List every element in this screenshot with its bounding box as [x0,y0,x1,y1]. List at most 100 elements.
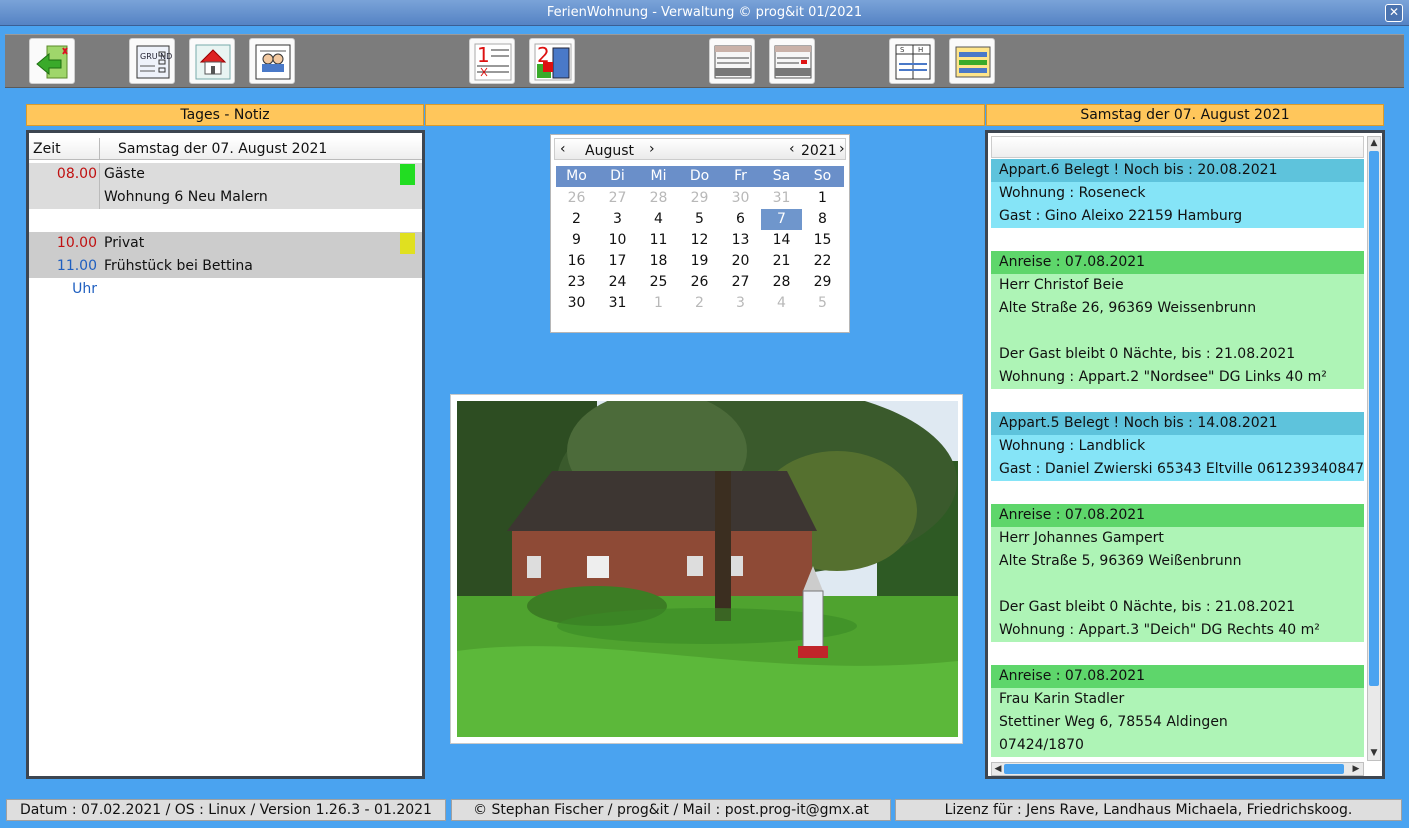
guests-button[interactable] [249,38,295,84]
booking-row[interactable]: Herr Christof Beie [991,274,1364,297]
exit-button[interactable] [29,38,75,84]
calendar-day[interactable]: 14 [761,230,802,251]
calendar-day[interactable]: 6 [720,209,761,230]
booking-row[interactable]: Der Gast bleibt 0 Nächte, bis : 21.08.20… [991,343,1364,366]
booking-row[interactable] [991,228,1364,251]
calendar-day[interactable]: 4 [761,293,802,314]
calendar-day[interactable]: 11 [638,230,679,251]
booking-row[interactable]: Gast : Gino Aleixo 22159 Hamburg [991,205,1364,228]
booking-header-row[interactable]: Anreise : 07.08.2021 [991,504,1364,527]
calendar-day[interactable]: 26 [679,272,720,293]
house-button[interactable] [189,38,235,84]
calendar-day[interactable]: 2 [679,293,720,314]
grund-data-button[interactable]: GRU ND [129,38,175,84]
booking-row[interactable]: Alte Straße 26, 96369 Weissenbrunn [991,297,1364,320]
table-button[interactable] [949,38,995,84]
booking-row[interactable] [991,320,1364,343]
column-time[interactable]: Zeit [33,138,61,160]
calendar-day[interactable]: 3 [720,293,761,314]
calendar-day[interactable]: 26 [556,188,597,209]
note-row[interactable]: 08.00 UhrGäste [29,163,422,205]
calendar-day[interactable]: 7 [761,209,802,230]
booking-row[interactable] [991,642,1364,665]
calendar-day[interactable]: 13 [720,230,761,251]
calendar-day[interactable]: 23 [556,272,597,293]
booking-row[interactable] [991,481,1364,504]
calendar-day[interactable]: 29 [679,188,720,209]
scroll-down-icon[interactable]: ▼ [1368,747,1380,759]
table-icon [955,46,991,78]
calendar-day[interactable]: 24 [597,272,638,293]
calendar-day[interactable]: 22 [802,251,843,272]
note-row[interactable]: Wohnung 6 Neu Malern [29,186,422,209]
note-row[interactable]: 10.00 UhrPrivat [29,232,422,274]
booking-row[interactable]: Wohnung : Roseneck [991,182,1364,205]
calendar-day[interactable]: 28 [761,272,802,293]
calendar-day[interactable]: 5 [679,209,720,230]
booking-row[interactable]: Der Gast bleibt 0 Nächte, bis : 21.08.20… [991,596,1364,619]
note-row[interactable]: 11.00 Uhr Frühstück bei Bettina [29,255,422,297]
next-year-button[interactable]: › [839,139,845,159]
calendar-day[interactable]: 1 [638,293,679,314]
horizontal-scroll-thumb[interactable] [1004,764,1344,774]
calendar-day[interactable]: 2 [556,209,597,230]
calendar-day[interactable]: 16 [556,251,597,272]
calendar-day[interactable]: 9 [556,230,597,251]
booking-row[interactable]: Frau Karin Stadler [991,688,1364,711]
plan-1-button[interactable]: 1 [469,38,515,84]
scroll-right-icon[interactable]: ▶ [1350,763,1362,775]
horizontal-scrollbar[interactable]: ◀ ▶ [991,762,1364,776]
calendar-day[interactable]: 19 [679,251,720,272]
list-a-button[interactable] [709,38,755,84]
booking-header-row[interactable]: Anreise : 07.08.2021 [991,251,1364,274]
calendar-day[interactable]: 29 [802,272,843,293]
calendar-day[interactable]: 4 [638,209,679,230]
calendar-day[interactable]: 5 [802,293,843,314]
prev-year-button[interactable]: ‹ [789,139,795,159]
booking-header-row[interactable]: Appart.5 Belegt ! Noch bis : 14.08.2021 [991,412,1364,435]
calendar-day[interactable]: 1 [802,188,843,209]
calendar-day[interactable]: 20 [720,251,761,272]
calendar-day[interactable]: 15 [802,230,843,251]
calendar-day[interactable]: 8 [802,209,843,230]
booking-row[interactable] [991,573,1364,596]
calendar-day[interactable]: 31 [597,293,638,314]
list-b-button[interactable] [769,38,815,84]
scroll-left-icon[interactable]: ◀ [992,763,1004,775]
calendar-day[interactable]: 10 [597,230,638,251]
calendar-day[interactable]: 12 [679,230,720,251]
scroll-up-icon[interactable]: ▲ [1368,137,1380,149]
calendar-day[interactable]: 21 [761,251,802,272]
schedule-button[interactable]: S H [889,38,935,84]
vertical-scrollbar[interactable]: ▲ ▼ [1367,136,1381,761]
calendar-day[interactable]: 18 [638,251,679,272]
calendar-day[interactable]: 27 [597,188,638,209]
booking-row[interactable]: 07424/1870 [991,734,1364,757]
calendar-day[interactable]: 3 [597,209,638,230]
column-date[interactable]: Samstag der 07. August 2021 [99,138,425,160]
calendar-day[interactable]: 30 [556,293,597,314]
next-month-button[interactable]: › [649,139,655,159]
calendar-day[interactable]: 17 [597,251,638,272]
calendar-day[interactable]: 31 [761,188,802,209]
booking-row[interactable]: Wohnung : Appart.3 "Deich" DG Rechts 40 … [991,619,1364,642]
calendar-day[interactable]: 27 [720,272,761,293]
vertical-scroll-thumb[interactable] [1369,151,1379,686]
booking-row[interactable] [991,389,1364,412]
calendar-month[interactable]: August [585,139,634,163]
booking-row[interactable]: Wohnung : Landblick [991,435,1364,458]
booking-row[interactable]: Stettiner Weg 6, 78554 Aldingen [991,711,1364,734]
booking-row[interactable]: Wohnung : Appart.2 "Nordsee" DG Links 40… [991,366,1364,389]
booking-header-row[interactable]: Appart.6 Belegt ! Noch bis : 20.08.2021 [991,159,1364,182]
calendar-day[interactable]: 25 [638,272,679,293]
calendar-day[interactable]: 30 [720,188,761,209]
booking-row[interactable]: Gast : Daniel Zwierski 65343 Eltville 06… [991,458,1364,481]
calendar-day[interactable]: 28 [638,188,679,209]
booking-row[interactable]: Alte Straße 5, 96369 Weißenbrunn [991,550,1364,573]
prev-month-button[interactable]: ‹ [560,139,566,159]
calendar-year[interactable]: 2021 [801,139,837,163]
close-button[interactable]: ✕ [1385,4,1403,22]
booking-header-row[interactable]: Anreise : 07.08.2021 [991,665,1364,688]
plan-2-button[interactable]: 2 [529,38,575,84]
booking-row[interactable]: Herr Johannes Gampert [991,527,1364,550]
